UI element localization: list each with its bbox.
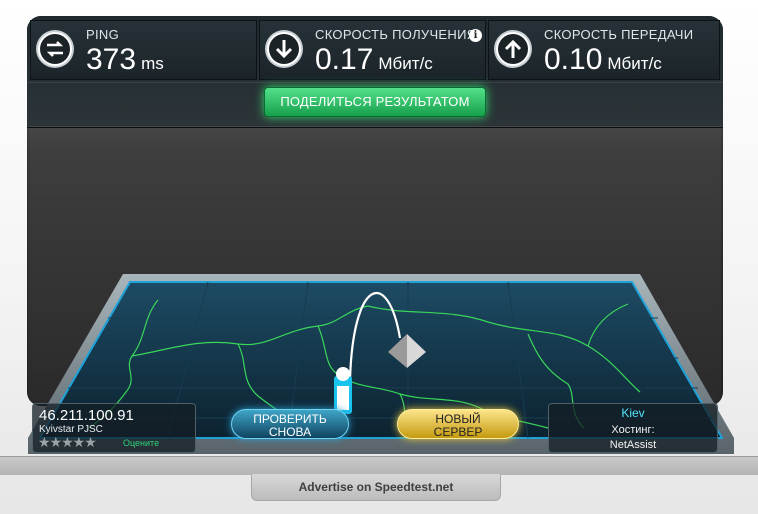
client-ip: 46.211.100.91 — [39, 407, 134, 424]
advertise-link[interactable]: Advertise on Speedtest.net — [251, 474, 501, 501]
test-again-button[interactable]: ПРОВЕРИТЬ СНОВА — [231, 409, 349, 439]
new-server-button[interactable]: НОВЫЙ СЕРВЕР — [397, 409, 519, 439]
ping-value: 373 ms — [86, 43, 164, 77]
arrow-up-icon — [496, 32, 530, 66]
share-bar: ПОДЕЛИТЬСЯ РЕЗУЛЬТАТОМ — [27, 82, 723, 128]
swap-arrows-icon — [38, 32, 72, 66]
server-info-panel: Kiev Хостинг: NetAssist — [548, 403, 718, 453]
upload-number: 0.10 — [544, 43, 603, 76]
bottom-bar — [0, 456, 758, 475]
download-label: СКОРОСТЬ ПОЛУЧЕНИЯ — [315, 27, 477, 42]
server-city: Kiev — [621, 406, 645, 420]
hosting-name: NetAssist — [609, 439, 657, 451]
rate-link[interactable]: Оцените — [123, 438, 159, 448]
client-info-panel: 46.211.100.91 Kyivstar PJSC ★★★★★ Оценит… — [32, 403, 196, 453]
ping-number: 373 — [86, 43, 137, 76]
download-number: 0.17 — [315, 43, 374, 76]
upload-value: 0.10 Мбит/с — [544, 43, 662, 77]
arrow-down-icon — [267, 32, 301, 66]
download-panel: СКОРОСТЬ ПОЛУЧЕНИЯ i 0.17 Мбит/с — [259, 20, 486, 80]
hosting-label: Хостинг: — [611, 424, 655, 436]
upload-label: СКОРОСТЬ ПЕРЕДАЧИ — [544, 27, 694, 42]
download-unit: Мбит/с — [378, 54, 433, 73]
upload-panel: СКОРОСТЬ ПЕРЕДАЧИ 0.10 Мбит/с — [488, 20, 720, 80]
user-location-icon — [334, 367, 352, 414]
ping-unit: ms — [141, 54, 164, 73]
share-results-button[interactable]: ПОДЕЛИТЬСЯ РЕЗУЛЬТАТОМ — [264, 87, 486, 117]
info-icon[interactable]: i — [469, 29, 482, 42]
ping-label: PING — [86, 27, 119, 42]
download-value: 0.17 Мбит/с — [315, 43, 433, 77]
rating-stars[interactable]: ★★★★★ — [38, 434, 97, 451]
upload-unit: Мбит/с — [607, 54, 662, 73]
ping-panel: PING 373 ms — [30, 20, 257, 80]
